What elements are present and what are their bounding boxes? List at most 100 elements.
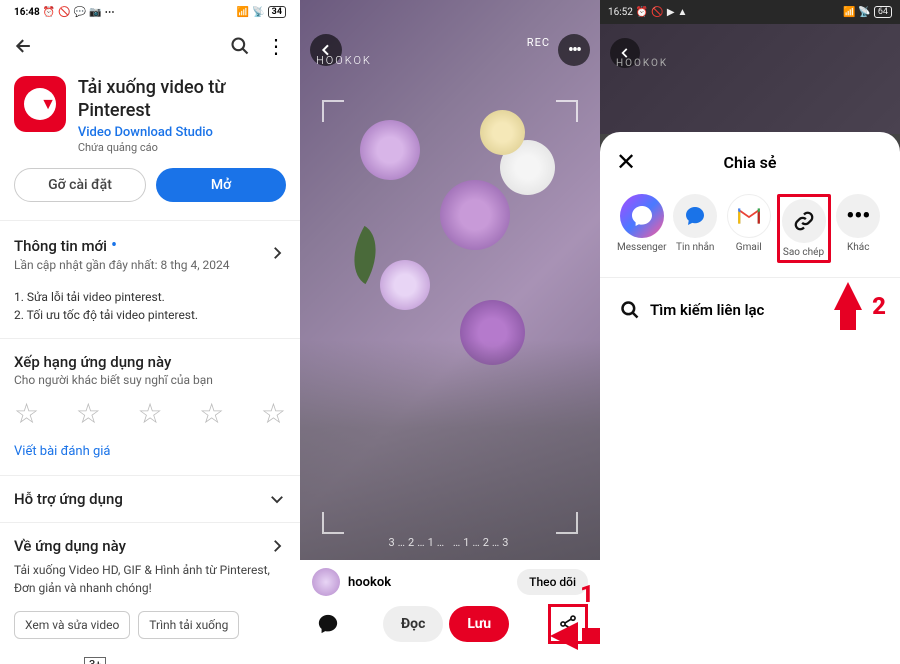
chevron-right-icon: [268, 244, 286, 262]
changelog: 1. Sửa lỗi tải video pinterest. 2. Tối ư…: [14, 274, 286, 338]
frame-corner: [556, 100, 578, 122]
comment-icon[interactable]: [312, 608, 344, 640]
battery-icon: 34: [268, 6, 286, 18]
alarm-icon: ⏰: [636, 7, 648, 18]
changelog-item: 1. Sửa lỗi tải video pinterest.: [14, 288, 286, 306]
status-bar: 16:48 ⏰ 🚫 💬 📷 ⋯ 📶 📡 34: [14, 0, 286, 24]
age-rating: 3+: [84, 657, 106, 664]
frame-corner: [322, 512, 344, 534]
share-copy-link-highlighted[interactable]: Sao chép: [777, 194, 831, 263]
signal-icon: 📶: [237, 7, 249, 18]
share-label: Sao chép: [783, 247, 824, 258]
share-sheet: ✕ Chia sẻ Messenger Tin nhắn Gmail: [600, 132, 900, 664]
whats-new-title: Thông tin mới: [14, 237, 107, 255]
camera-icon: 📷: [89, 7, 101, 18]
more-icon: •••: [836, 194, 880, 238]
callout-number-2: 2: [872, 292, 886, 320]
sheet-title: Chia sẻ: [646, 153, 884, 172]
read-button[interactable]: Đọc: [383, 606, 444, 642]
about-row[interactable]: Về ứng dụng này: [14, 523, 286, 557]
brand-watermark: HOOKOK: [616, 58, 668, 69]
star-icon[interactable]: ☆: [199, 397, 224, 430]
chevron-down-icon: [268, 490, 286, 508]
callout-1: [550, 622, 600, 650]
write-review-link[interactable]: Viết bài đánh giá: [14, 444, 286, 475]
star-icon[interactable]: ☆: [137, 397, 162, 430]
more-icon[interactable]: •••: [558, 34, 590, 66]
rating-value: 4.7★: [14, 657, 44, 664]
support-row[interactable]: Hỗ trợ ứng dụng: [14, 476, 286, 510]
battery-icon: 64: [874, 6, 892, 18]
share-messenger[interactable]: Messenger: [616, 194, 668, 263]
divider: [600, 277, 900, 278]
app-icon: ▼: [14, 76, 66, 132]
dnd-icon: 🚫: [651, 7, 663, 18]
uninstall-button[interactable]: Gỡ cài đặt: [14, 168, 146, 202]
play-icon: ▶: [667, 7, 675, 18]
share-more[interactable]: ••• Khác: [833, 194, 885, 263]
status-time: 16:52: [608, 7, 633, 18]
warning-icon: ▲: [678, 7, 688, 18]
arrow-left-icon: [550, 622, 578, 650]
app-header: ▼ Tải xuống video từ Pinterest Video Dow…: [14, 68, 286, 168]
callout-number-1: 1: [580, 580, 594, 608]
about-description: Tải xuống Video HD, GIF & Hình ảnh từ Pi…: [14, 557, 286, 611]
rate-subtitle: Cho người khác biết suy nghĩ của bạn: [14, 373, 286, 387]
dnd-icon: 🚫: [58, 7, 70, 18]
developer-link[interactable]: Video Download Studio: [78, 125, 286, 140]
chevron-right-icon: [268, 537, 286, 555]
dimmed-background: [600, 24, 900, 134]
ads-label: Chứa quảng cáo: [78, 141, 286, 154]
category-chip[interactable]: Trình tải xuống: [138, 611, 239, 639]
messenger-icon: 💬: [74, 7, 86, 18]
signal-icon: 📶: [843, 7, 855, 18]
back-icon[interactable]: [14, 36, 34, 56]
app-title: Tải xuống video từ Pinterest: [78, 76, 286, 123]
share-label: Tin nhắn: [676, 242, 714, 253]
last-updated: Lần cập nhật gần đây nhất: 8 thg 4, 2024: [14, 258, 230, 272]
chat-icon: [673, 194, 717, 238]
share-label: Gmail: [736, 242, 762, 253]
open-button[interactable]: Mở: [156, 168, 286, 202]
messenger-icon: [620, 194, 664, 238]
wifi-icon: 📡: [858, 7, 870, 18]
kebab-icon[interactable]: ⋮: [266, 34, 286, 58]
pin-image[interactable]: [300, 0, 600, 560]
frame-counter: 3…2…1… …1…2…3: [300, 536, 600, 549]
star-icon[interactable]: ☆: [14, 397, 39, 430]
search-contacts-label: Tìm kiếm liên lạc: [650, 301, 764, 319]
share-gmail[interactable]: Gmail: [723, 194, 775, 263]
rating-stars[interactable]: ☆ ☆ ☆ ☆ ☆: [14, 387, 286, 444]
search-icon[interactable]: [230, 36, 250, 56]
callout-2: 2: [834, 282, 886, 330]
author-name[interactable]: hookok: [348, 575, 391, 590]
changelog-item: 2. Tối ưu tốc độ tải video pinterest.: [14, 306, 286, 324]
close-icon[interactable]: ✕: [616, 148, 646, 176]
whats-new-row[interactable]: Thông tin mới • Lần cập nhật gần đây nhấ…: [14, 221, 286, 274]
brand-watermark: HOOKOK: [316, 54, 372, 67]
follow-button[interactable]: Theo dõi: [517, 569, 588, 595]
more-notif-icon: ⋯: [105, 7, 115, 18]
rate-title: Xếp hạng ứng dụng này: [14, 353, 286, 371]
star-icon[interactable]: ☆: [261, 397, 286, 430]
status-time: 16:48: [14, 7, 40, 18]
save-button[interactable]: Lưu: [449, 606, 509, 642]
status-bar: 16:52 ⏰ 🚫 ▶ ▲ 📶 📡 64: [600, 0, 900, 24]
share-label: Khác: [847, 242, 869, 253]
about-title: Về ứng dụng này: [14, 537, 126, 555]
rec-indicator: REC: [527, 36, 550, 49]
category-chip[interactable]: Xem và sửa video: [14, 611, 130, 639]
arrow-up-icon: [834, 282, 862, 310]
gmail-icon: [727, 194, 771, 238]
star-icon[interactable]: ☆: [76, 397, 101, 430]
wifi-icon: 📡: [252, 7, 264, 18]
search-icon: [620, 300, 640, 320]
link-icon: [782, 199, 826, 243]
alarm-icon: ⏰: [43, 7, 55, 18]
share-messages[interactable]: Tin nhắn: [670, 194, 722, 263]
avatar[interactable]: [312, 568, 340, 596]
topbar: ⋮: [14, 24, 286, 68]
share-label: Messenger: [617, 242, 667, 253]
support-title: Hỗ trợ ứng dụng: [14, 490, 123, 508]
frame-corner: [322, 100, 344, 122]
